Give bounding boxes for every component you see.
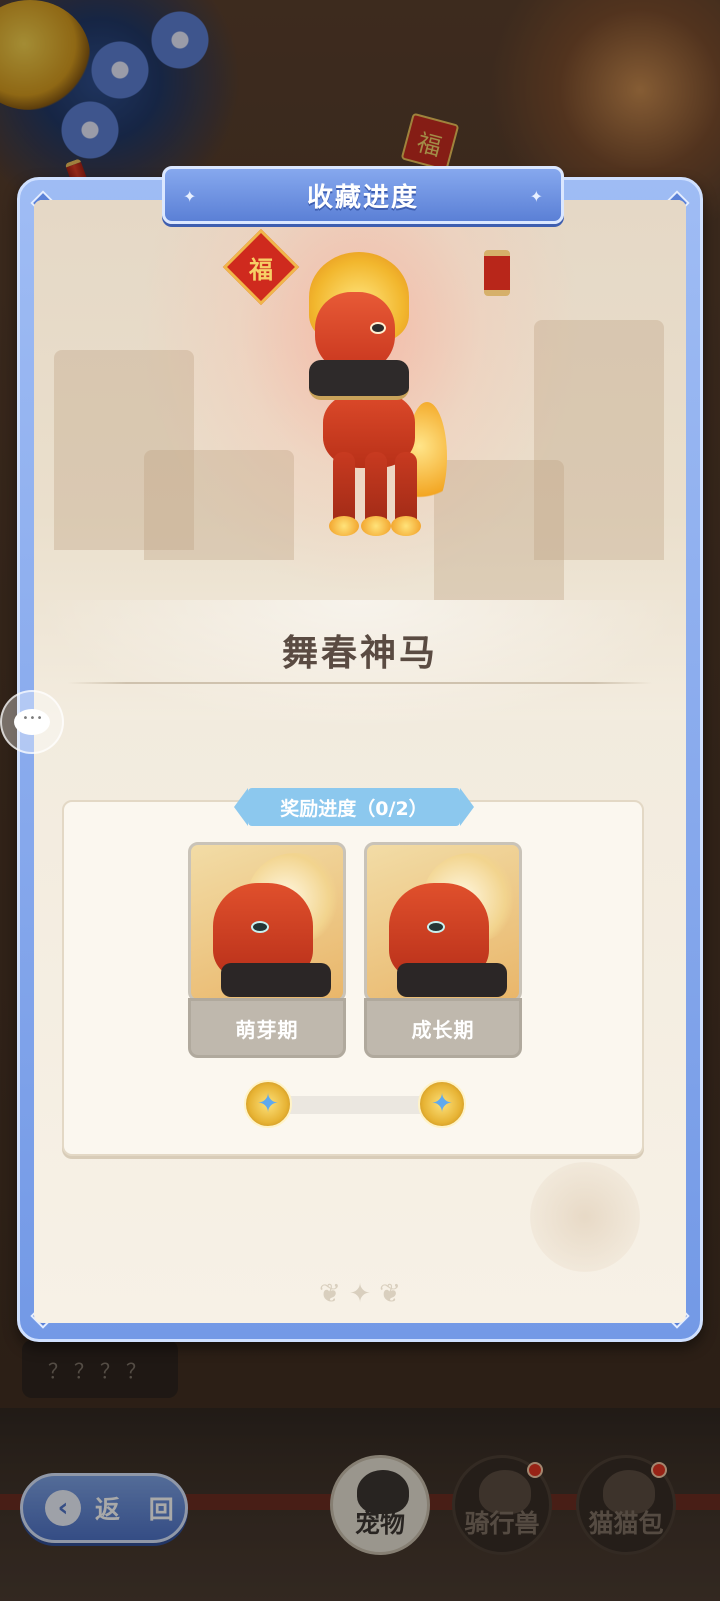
rabbit-watermark <box>530 1162 640 1272</box>
stage-sprout[interactable]: 萌芽期 <box>188 842 346 1060</box>
building-decoration <box>534 320 664 560</box>
fu-sign-decoration: 福 <box>222 228 300 306</box>
sparkle-icon: ✦ <box>529 187 543 206</box>
stage-label: 成长期 <box>411 1017 475 1042</box>
star-medal-icon[interactable]: ✦ <box>418 1080 466 1128</box>
pet-leg <box>329 452 359 536</box>
stage-label-box: 萌芽期 <box>188 998 346 1058</box>
name-divider <box>68 682 652 684</box>
pet-collar <box>309 360 409 400</box>
modal-content: 福 舞春神马 奖励进度（0/2） 萌芽期 成长期 ✦ ✦ ❦ ✦ ❦ <box>34 200 686 1323</box>
reward-progress-bar <box>270 1096 432 1114</box>
collection-progress-modal: 福 舞春神马 奖励进度（0/2） 萌芽期 成长期 ✦ ✦ ❦ ✦ ❦ ✦ 收藏进… <box>17 166 703 1342</box>
reward-progress-card: 奖励进度（0/2） 萌芽期 成长期 ✦ ✦ <box>62 788 644 1156</box>
modal-title-ribbon: ✦ 收藏进度 ✦ <box>162 166 564 224</box>
building-decoration <box>144 450 294 560</box>
bottom-ornament: ❦ ✦ ❦ <box>319 1279 401 1309</box>
pet-eye <box>370 322 386 334</box>
pet-model[interactable] <box>289 252 449 542</box>
star-medal-icon[interactable]: ✦ <box>244 1080 292 1128</box>
scroll-charm-decoration <box>484 250 510 296</box>
stage-label: 萌芽期 <box>235 1017 299 1042</box>
reward-progress-banner: 奖励进度（0/2） <box>234 788 474 826</box>
stage-growth[interactable]: 成长期 <box>364 842 522 1060</box>
chat-button[interactable] <box>0 690 64 754</box>
stage-portrait <box>364 842 522 1002</box>
chat-bubble-icon <box>14 709 50 735</box>
modal-title: 收藏进度 <box>306 182 419 213</box>
stage-label-box: 成长期 <box>364 998 522 1058</box>
stage-portrait <box>188 842 346 1002</box>
sparkle-icon: ✦ <box>183 187 197 206</box>
pet-leg <box>391 452 421 536</box>
pet-name: 舞春神马 <box>281 633 438 674</box>
pet-leg <box>361 452 391 536</box>
reward-progress-text: 奖励进度（0/2） <box>280 797 428 820</box>
